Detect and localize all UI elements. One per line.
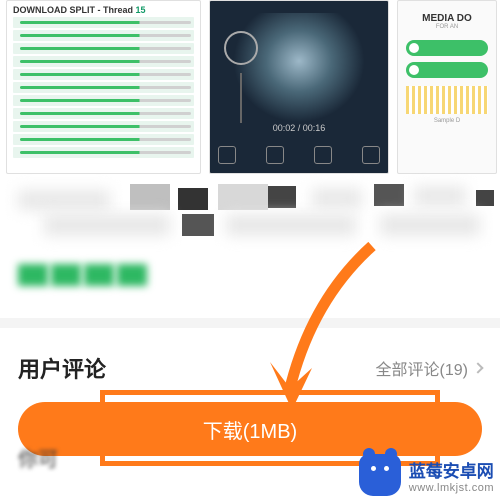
volume-slider bbox=[240, 73, 242, 123]
chevron-right-icon bbox=[472, 362, 483, 373]
green-button bbox=[406, 40, 488, 56]
all-reviews-link[interactable]: 全部评论(19) bbox=[376, 356, 482, 380]
shot3-sample: Sample D bbox=[398, 118, 496, 124]
screenshot-carousel[interactable]: DOWNLOAD SPLIT - Thread 15 00:02 / 00:16… bbox=[0, 0, 500, 176]
progress-row bbox=[13, 43, 194, 54]
watermark: 蓝莓安卓网 www.lmkjst.com bbox=[359, 454, 494, 496]
redacted-description bbox=[0, 184, 500, 262]
progress-row bbox=[13, 95, 194, 106]
control-icon bbox=[362, 146, 380, 164]
screenshot-media-downloader[interactable]: MEDIA DO FOR AN Sample D bbox=[397, 0, 497, 174]
progress-row bbox=[13, 147, 194, 158]
shot1-thread: 15 bbox=[136, 5, 146, 15]
brand-url: www.lmkjst.com bbox=[409, 482, 494, 494]
download-button[interactable]: 下载(1MB) bbox=[18, 402, 482, 456]
green-button bbox=[406, 62, 488, 78]
reviews-title: 用户评论 bbox=[18, 352, 106, 384]
control-icon bbox=[218, 146, 236, 164]
shot3-title: MEDIA DO bbox=[402, 13, 492, 24]
play-icon bbox=[224, 31, 258, 65]
progress-row bbox=[13, 82, 194, 93]
progress-row bbox=[13, 17, 194, 28]
control-icon bbox=[266, 146, 284, 164]
screenshot-download-split[interactable]: DOWNLOAD SPLIT - Thread 15 bbox=[6, 0, 201, 174]
section-divider bbox=[0, 318, 500, 328]
tag-row bbox=[0, 262, 500, 286]
shot1-title: DOWNLOAD SPLIT - Thread bbox=[13, 5, 133, 15]
progress-row bbox=[13, 134, 194, 145]
progress-row bbox=[13, 69, 194, 80]
brand-name: 蓝莓安卓网 bbox=[409, 457, 494, 482]
striped-panel bbox=[406, 86, 488, 114]
all-reviews-label: 全部评论(19) bbox=[376, 356, 468, 380]
progress-row bbox=[13, 121, 194, 132]
progress-row bbox=[13, 30, 194, 41]
screenshot-video-player[interactable]: 00:02 / 00:16 bbox=[209, 0, 389, 174]
control-icon bbox=[314, 146, 332, 164]
you-may-like-label: 你可 bbox=[18, 443, 58, 472]
progress-row bbox=[13, 56, 194, 67]
brand-logo-icon bbox=[359, 454, 401, 496]
progress-row bbox=[13, 108, 194, 119]
shot3-subtitle: FOR AN bbox=[402, 24, 492, 30]
playback-time: 00:02 / 00:16 bbox=[273, 123, 326, 133]
download-label: 下载(1MB) bbox=[203, 415, 297, 444]
